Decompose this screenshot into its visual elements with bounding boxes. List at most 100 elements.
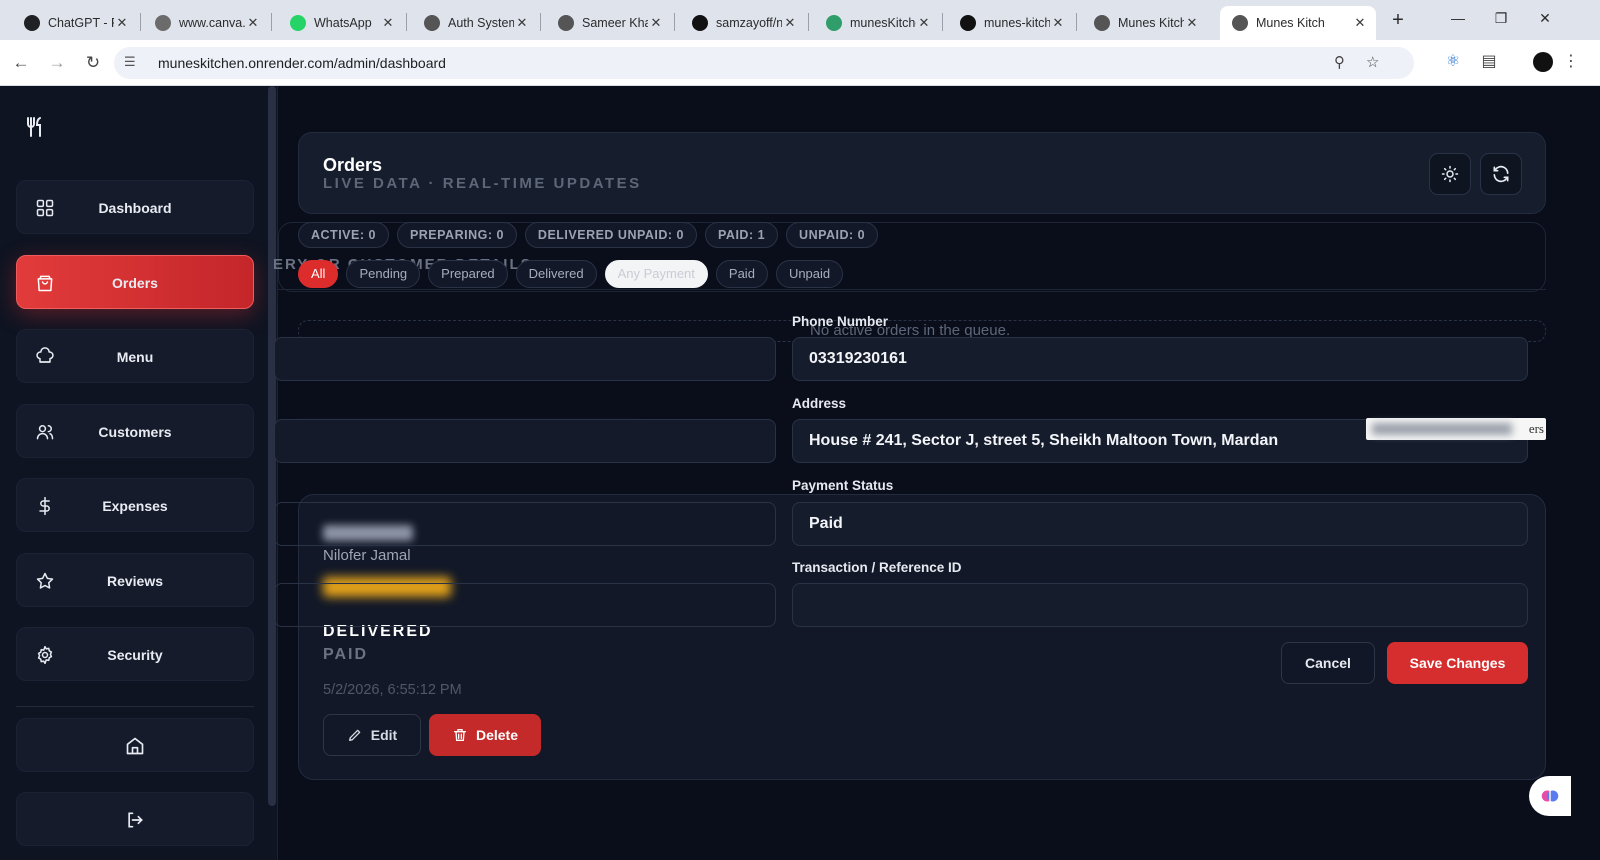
render-icon	[826, 15, 842, 31]
sidebar-item-reviews[interactable]: Reviews	[16, 552, 254, 607]
sidebar-item-orders[interactable]: Orders	[16, 254, 254, 309]
filter-chip-paid[interactable]: Paid	[715, 260, 768, 288]
new-tab-button[interactable]: +	[1386, 9, 1410, 33]
orders-header: Orders LIVE DATA · REAL-TIME UPDATES	[298, 132, 1546, 214]
bookmark-star-icon[interactable]: ☆	[1366, 53, 1379, 71]
page-title: Orders	[323, 155, 383, 175]
password-key-icon[interactable]: ⚲	[1334, 53, 1345, 71]
sidebar-item-expenses[interactable]: Expenses	[16, 478, 254, 532]
sidebar-item-dashboard[interactable]: Dashboard	[16, 180, 254, 234]
transaction-id-label: Transaction / Reference ID	[792, 560, 962, 575]
edit-order-button[interactable]: Edit	[323, 714, 421, 756]
delete-order-button[interactable]: Delete	[429, 714, 541, 756]
home-button[interactable]	[16, 718, 254, 772]
browser-tab[interactable]: munes-kitch ✕	[948, 6, 1074, 40]
close-tab-icon[interactable]: ✕	[114, 15, 130, 31]
left-form-field-1[interactable]	[274, 337, 776, 381]
canva-icon	[155, 15, 171, 31]
phone-field[interactable]: 03319230161	[792, 337, 1528, 381]
address-bar[interactable]: ☰ muneskitchen.onrender.com/admin/dashbo…	[114, 47, 1414, 79]
refresh-button[interactable]	[1480, 153, 1522, 195]
filter-chip-any-payment[interactable]: Any Payment	[604, 260, 708, 288]
filter-chip-unpaid[interactable]: Unpaid	[775, 260, 844, 288]
tab-separator	[406, 13, 407, 31]
sidebar-item-label: Expenses	[102, 498, 168, 514]
left-form-field-2[interactable]	[274, 419, 776, 463]
browser-tab[interactable]: Auth System ✕	[412, 6, 538, 40]
filter-chip-all[interactable]: All	[298, 260, 339, 288]
tooltip-text: ers	[1528, 421, 1544, 436]
floating-tooltip: ers	[1366, 418, 1546, 440]
cancel-button[interactable]: Cancel	[1281, 642, 1375, 684]
order-customer-name: Nilofer Jamal	[323, 547, 411, 564]
url-text: muneskitchen.onrender.com/admin/dashboar…	[158, 55, 446, 71]
close-tab-icon[interactable]: ✕	[514, 15, 530, 31]
sidebar-item-label: Customers	[98, 423, 172, 440]
browser-toolbar: ← → ↻ ☰ muneskitchen.onrender.com/admin/…	[0, 40, 1600, 86]
browser-tab-label: Munes Kitch	[1118, 16, 1184, 30]
browser-tab[interactable]: Sameer Kha ✕	[546, 6, 672, 40]
payment-status-label: Payment Status	[792, 478, 894, 493]
phone-label: Phone Number	[792, 314, 889, 329]
browser-tab[interactable]: ChatGPT - P ✕	[12, 6, 138, 40]
filter-chip-pending[interactable]: Pending	[346, 260, 421, 288]
tab-separator	[942, 13, 943, 31]
close-tab-icon[interactable]: ✕	[648, 15, 664, 31]
stats-row: ACTIVE: 0 PREPARING: 0 DELIVERED UNPAID: 0…	[298, 222, 879, 248]
browser-tab[interactable]: Munes Kitch ✕	[1220, 6, 1376, 40]
browser-tab[interactable]: samzayoff/n ✕	[680, 6, 806, 40]
sidebar-item-label: Orders	[112, 274, 158, 291]
whatsapp-icon	[290, 15, 306, 31]
back-icon[interactable]: ←	[10, 52, 32, 74]
sidebar-item-menu[interactable]: Menu	[16, 329, 254, 383]
refresh-icon	[1493, 165, 1509, 183]
sun-icon	[1441, 165, 1459, 183]
filter-chip-prepared[interactable]: Prepared	[428, 260, 508, 288]
close-tab-icon[interactable]: ✕	[1050, 15, 1066, 31]
payment-status-select[interactable]: Paid	[792, 502, 1528, 546]
save-changes-button[interactable]: Save Changes	[1387, 642, 1528, 684]
maximize-icon[interactable]: ❐	[1491, 10, 1511, 27]
left-form-field-4[interactable]	[274, 583, 776, 627]
profile-avatar[interactable]	[1533, 52, 1553, 72]
browser-tab[interactable]: WhatsApp ✕	[278, 6, 404, 40]
tab-separator	[271, 13, 272, 31]
browser-tab[interactable]: Munes Kitch ✕	[1082, 6, 1208, 40]
react-devtools-icon[interactable]: ⚛	[1442, 51, 1464, 71]
close-tab-icon[interactable]: ✕	[1184, 15, 1200, 31]
tab-separator	[808, 13, 809, 31]
browser-tab[interactable]: www.canva.c ✕	[143, 6, 269, 40]
delete-label: Delete	[475, 727, 519, 743]
sidebar-item-customers[interactable]: Customers	[16, 403, 254, 458]
minimize-icon[interactable]: —	[1448, 10, 1468, 26]
sidebar-item-security[interactable]: Security	[16, 627, 254, 681]
chatgpt-icon	[24, 15, 40, 31]
filter-chip-delivered[interactable]: Delivered	[515, 260, 597, 288]
logout-button[interactable]	[16, 792, 254, 846]
main-content: Orders LIVE DATA · REAL-TIME UPDATES ACT…	[273, 86, 1600, 860]
home-icon	[126, 737, 144, 755]
close-tab-icon[interactable]: ✕	[245, 15, 261, 31]
trash-icon	[453, 729, 466, 741]
browser-tab-label: munesKitche	[850, 16, 916, 30]
extensions-icon[interactable]: ▤	[1478, 51, 1500, 71]
reload-icon[interactable]: ↻	[82, 52, 104, 74]
globe-icon	[558, 15, 574, 31]
browser-tab[interactable]: munesKitche ✕	[814, 6, 940, 40]
transaction-id-field[interactable]	[792, 583, 1528, 627]
stat-badge: PREPARING: 0	[396, 222, 517, 248]
close-tab-icon[interactable]: ✕	[1352, 15, 1368, 31]
pencil-icon	[348, 729, 361, 741]
close-tab-icon[interactable]: ✕	[380, 15, 396, 31]
forward-icon[interactable]: →	[46, 52, 68, 74]
close-tab-icon[interactable]: ✕	[916, 15, 932, 31]
close-window-icon[interactable]: ✕	[1535, 10, 1555, 27]
left-form-field-3[interactable]	[274, 502, 776, 546]
browser-menu-icon[interactable]: ⋮	[1560, 51, 1582, 71]
browser-tab-label: ChatGPT - P	[48, 16, 114, 30]
ai-assistant-button[interactable]	[1529, 776, 1571, 816]
site-info-icon[interactable]: ☰	[124, 54, 136, 70]
theme-toggle-button[interactable]	[1429, 153, 1471, 195]
order-payment-status: PAID	[323, 646, 369, 663]
close-tab-icon[interactable]: ✕	[782, 15, 798, 31]
